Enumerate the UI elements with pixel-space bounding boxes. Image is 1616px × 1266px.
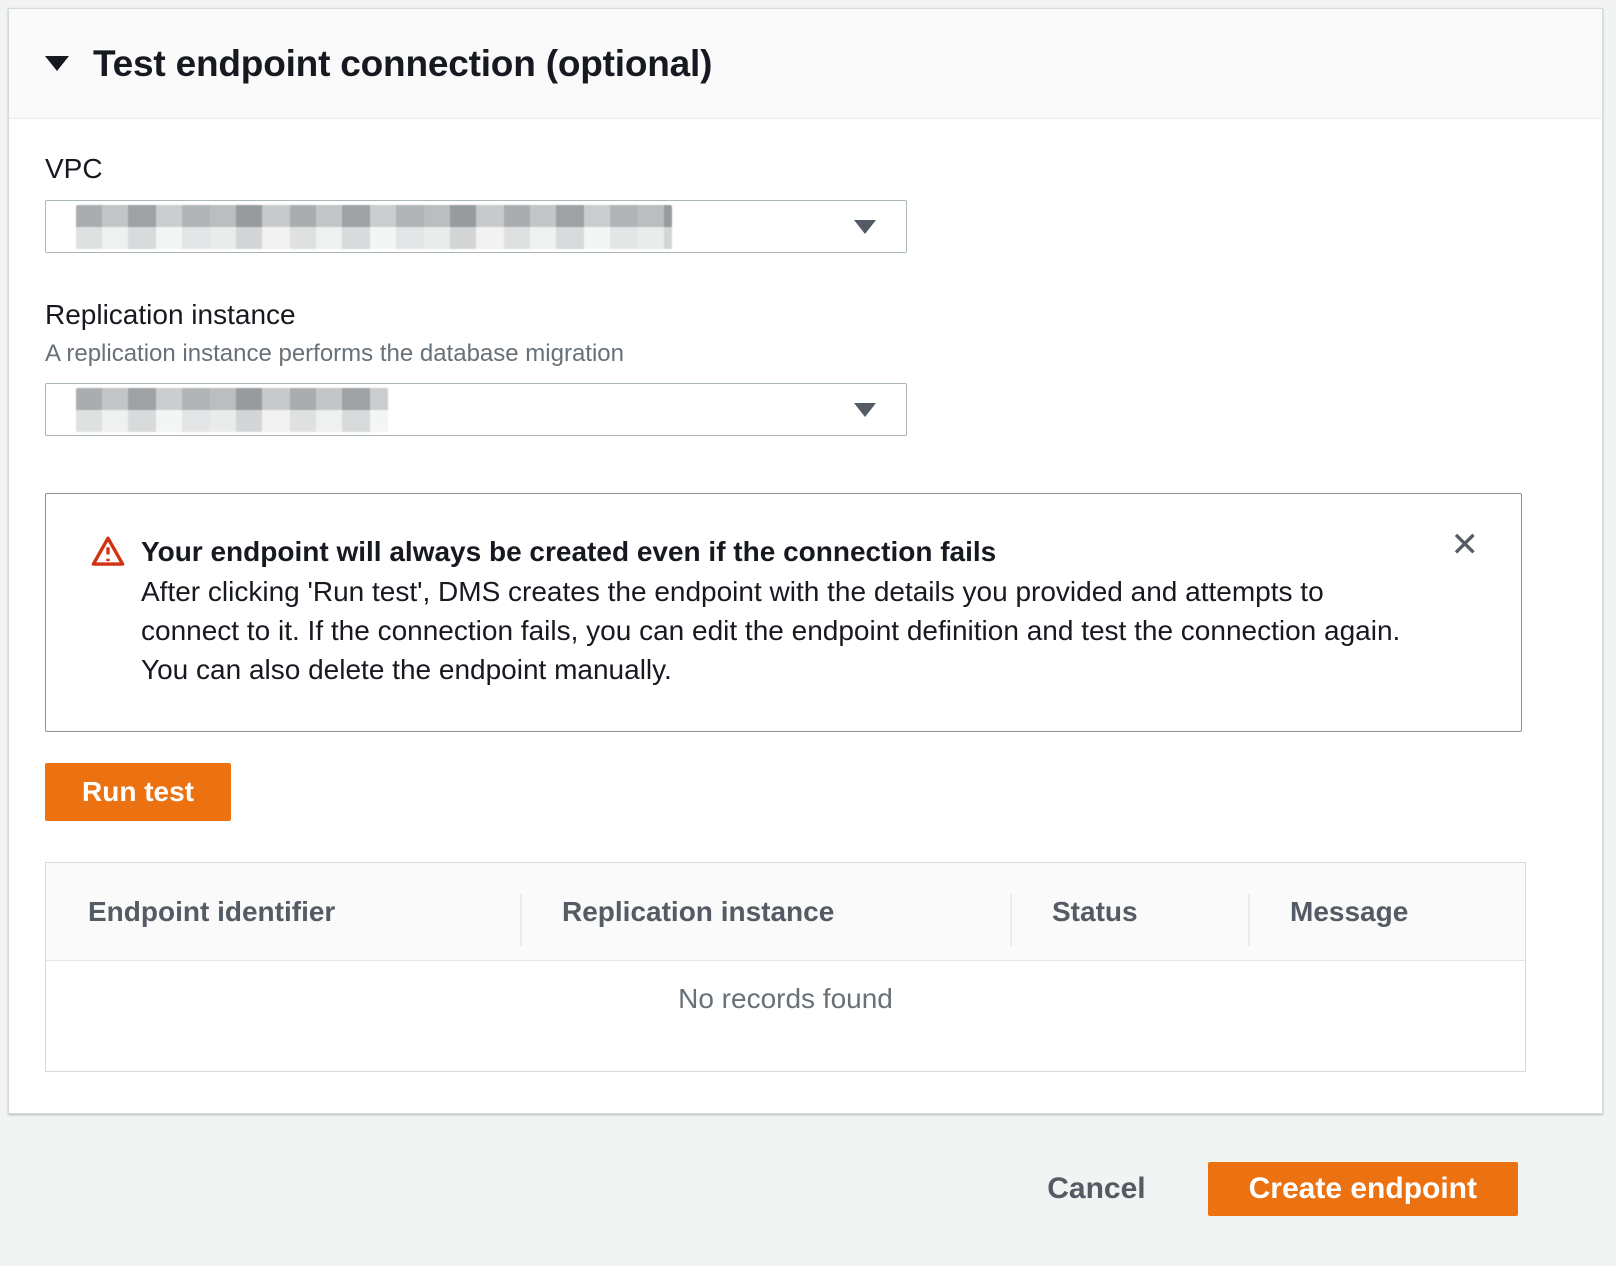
vpc-label: VPC <box>45 153 1522 185</box>
replication-instance-description: A replication instance performs the data… <box>45 340 1522 368</box>
vpc-select[interactable] <box>45 200 907 253</box>
alert-title: Your endpoint will always be created eve… <box>141 533 1421 571</box>
run-test-button[interactable]: Run test <box>45 763 231 821</box>
replication-instance-selected-value-redacted <box>76 388 388 432</box>
vpc-caret-down-icon <box>854 220 876 234</box>
table-header-row: Endpoint identifier Replication instance… <box>46 863 1525 961</box>
table-empty-state: No records found <box>46 961 1525 1071</box>
section-body: VPC Replication instance A replication i… <box>9 119 1602 1113</box>
replication-instance-select[interactable] <box>45 383 907 436</box>
column-header-endpoint-identifier: Endpoint identifier <box>46 863 520 960</box>
column-header-message: Message <box>1248 863 1525 960</box>
alert-body: After clicking 'Run test', DMS creates t… <box>141 572 1421 689</box>
replication-instance-caret-down-icon <box>854 403 876 417</box>
create-endpoint-button[interactable]: Create endpoint <box>1208 1162 1518 1216</box>
column-header-replication-instance: Replication instance <box>520 863 1010 960</box>
vpc-selected-value-redacted <box>76 205 672 249</box>
section-title: Test endpoint connection (optional) <box>93 43 712 85</box>
alert-text-block: Your endpoint will always be created eve… <box>141 533 1421 689</box>
column-header-status: Status <box>1010 863 1248 960</box>
alert-close-icon[interactable]: ✕ <box>1451 528 1480 562</box>
collapse-triangle-icon[interactable] <box>45 56 69 71</box>
test-endpoint-connection-panel: Test endpoint connection (optional) VPC … <box>8 8 1603 1114</box>
warning-alert: Your endpoint will always be created eve… <box>45 493 1522 732</box>
replication-instance-label: Replication instance <box>45 299 1522 331</box>
form-footer: Cancel Create endpoint <box>0 1114 1616 1216</box>
cancel-button[interactable]: Cancel <box>1047 1172 1145 1206</box>
test-results-table: Endpoint identifier Replication instance… <box>45 862 1526 1072</box>
warning-triangle-icon <box>91 535 125 567</box>
section-header[interactable]: Test endpoint connection (optional) <box>9 9 1602 119</box>
